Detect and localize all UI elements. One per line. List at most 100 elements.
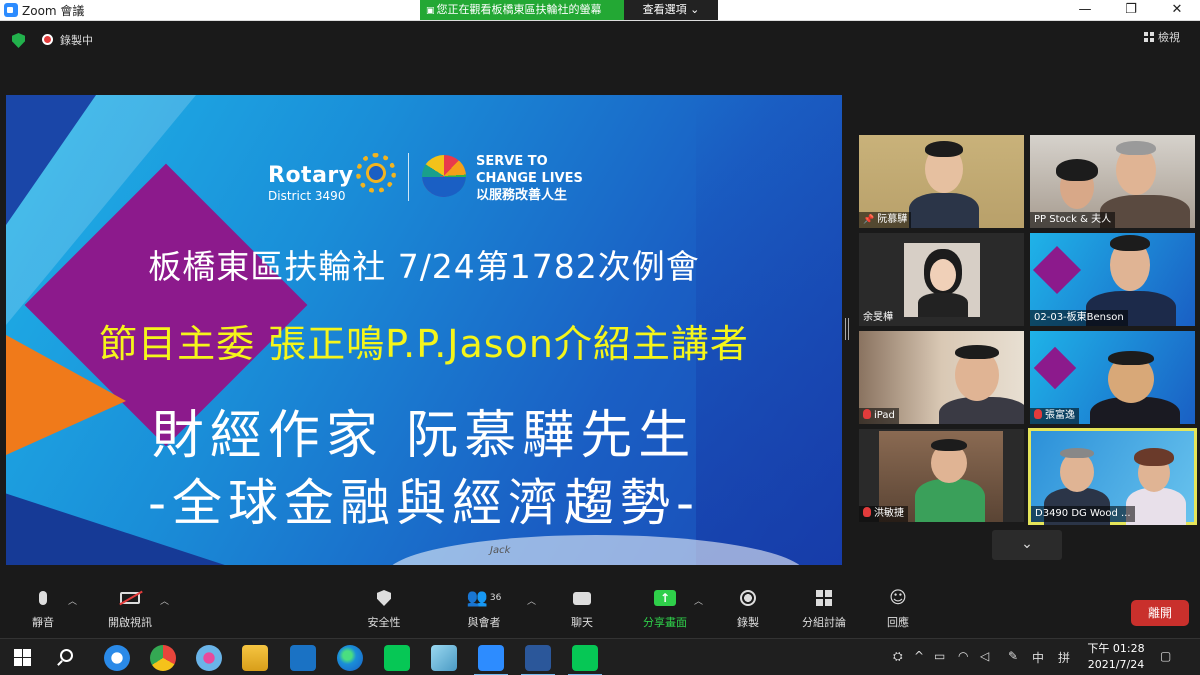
logo-divider [408,153,409,201]
rotary-logo: Rotary District 3490 [268,163,354,203]
serve-line-3: 以服務改善人生 [476,188,568,203]
serve-to-change-lives-text: SERVE TO CHANGE LIVES 以服務改善人生 [476,153,583,204]
participant-name: PP Stock & 夫人 [1030,212,1116,228]
security-button[interactable]: 安全性 [362,586,406,630]
participant-tile[interactable]: 洪敏捷 [859,429,1024,522]
participant-tile[interactable]: iPad [859,331,1024,424]
participant-tile[interactable]: PP Stock & 夫人 [1030,135,1195,228]
participant-tile[interactable]: 余旻樺 [859,233,1024,326]
clock-time: 下午 01:28 [1087,642,1145,655]
breakout-label: 分組討論 [802,616,846,629]
muted-mic-icon [863,507,871,517]
windows-start-icon[interactable] [14,649,31,666]
audio-options-caret[interactable]: ︿ [68,594,77,607]
participant-name: 張富逸 [1030,408,1079,424]
share-banner-text: 您正在觀看板橋東區扶輪社的螢幕 [436,3,602,16]
internet-explorer-icon[interactable] [104,645,130,671]
participant-tile[interactable]: 02-03-板東Benson [1030,233,1195,326]
taskbar-clock[interactable]: 下午 01:28 2021/7/24 [1084,641,1148,673]
chat-button[interactable]: 聊天 [560,586,604,630]
meeting-toolbar: 靜音 ︿ 開啟視訊 ︿ 安全性 👥 36 與會者 ︿ 聊天 ↑ 分享畫面 ︿ 錄製 [0,586,1200,636]
shield-icon [377,590,391,606]
person-icon[interactable]: ⛭ [893,649,903,664]
mute-label: 靜音 [32,616,54,629]
microphone-icon [39,591,47,605]
line-icon[interactable] [568,645,602,675]
maximize-button[interactable]: ❐ [1108,0,1154,21]
participant-name: 02-03-板東Benson [1030,310,1128,326]
chat-label: 聊天 [571,616,593,629]
ime-indicator[interactable]: 中 [1032,649,1044,666]
share-label: 分享畫面 [643,616,687,629]
participants-label: 與會者 [467,616,501,629]
chevron-down-icon: ⌄ [1021,536,1033,552]
participant-tile[interactable]: 張富逸 [1030,331,1195,424]
file-explorer-icon[interactable] [242,645,268,671]
security-label: 安全性 [367,616,401,629]
pen-icon[interactable]: ✎ [1008,649,1018,663]
reactions-button[interactable]: ☺ 回應 [878,586,918,630]
chevron-up-icon[interactable]: ^ [914,649,924,663]
video-options-caret[interactable]: ︿ [160,594,169,607]
participants-button[interactable]: 👥 36 與會者 [462,586,506,630]
video-off-icon [119,590,143,606]
breakout-rooms-button[interactable]: 分組討論 [796,586,852,630]
slide-topic: -全球金融與經濟趨勢- [147,474,701,532]
record-icon [740,590,756,606]
zoom-taskbar-icon[interactable] [474,645,508,675]
participants-options-caret[interactable]: ︿ [527,594,536,607]
leave-meeting-button[interactable]: 離開 [1131,600,1189,626]
edge-icon[interactable] [337,645,363,671]
more-participants-button[interactable]: ⌄ [992,530,1062,560]
security-shield-icon[interactable] [12,33,25,48]
participant-name: 📌 阮慕驊 [859,212,912,228]
app-icon[interactable] [431,645,457,671]
video-label: 開啟視訊 [108,616,152,629]
breakout-rooms-icon [816,590,832,606]
volume-icon[interactable]: ◁ [980,649,989,663]
rotary-wordmark: Rotary [268,163,354,188]
participant-name: 余旻樺 [863,312,893,323]
participant-tile[interactable]: 📌 阮慕驊 [859,135,1024,228]
close-button[interactable]: ✕ [1154,0,1200,21]
zoom-logo-icon [4,3,18,17]
line-icon[interactable] [384,645,410,671]
participants-count: 36 [489,593,502,603]
serve-line-1: SERVE TO [476,154,548,169]
share-screen-button[interactable]: ↑ 分享畫面 [638,586,692,630]
share-screen-icon: ↑ [654,590,676,606]
record-button[interactable]: 錄製 [726,586,770,630]
share-options-caret[interactable]: ︿ [694,594,703,607]
recording-status[interactable]: 錄製中 [60,32,93,48]
mute-button[interactable]: 靜音 [22,586,64,630]
participant-video [904,243,980,317]
view-options-button[interactable]: 查看選項 ⌄ [624,0,718,20]
reaction-icon: ☺ [889,588,907,608]
screen-share-banner: ▣ 您正在觀看板橋東區扶輪社的螢幕 [420,0,624,20]
clock-date: 2021/7/24 [1087,658,1145,671]
battery-icon[interactable]: ▭ [934,649,945,663]
slide-heading: 板橋東區扶輪社 7/24第1782次例會 [148,247,700,286]
participant-tile-active-speaker[interactable]: D3490 DG Wood ... [1028,428,1197,525]
notification-icon[interactable]: ▢ [1160,649,1171,663]
panel-splitter-handle[interactable] [845,318,849,340]
minimize-button[interactable]: — [1062,0,1108,21]
share-screen-icon: ▣ [426,6,435,16]
start-video-button[interactable]: 開啟視訊 [100,586,160,630]
outlook-icon[interactable] [290,645,316,671]
rotary-district: District 3490 [268,189,346,203]
wifi-icon[interactable]: ◠ [958,649,968,663]
app-icon[interactable] [196,645,222,671]
windows-taskbar: ⛭ ^ ▭ ◠ ◁ ✎ 中 拼 下午 01:28 2021/7/24 ▢ [0,638,1200,675]
chrome-icon[interactable] [150,645,176,671]
ime-mode-indicator[interactable]: 拼 [1058,649,1070,666]
word-icon[interactable] [521,645,555,675]
view-button[interactable]: 檢視 [1144,29,1192,47]
muted-mic-icon [1034,409,1042,419]
participant-name: 洪敏捷 [859,506,908,522]
slide-signature: Jack [490,545,511,556]
record-label: 錄製 [737,616,759,629]
window-title: Zoom 會議 [22,4,85,18]
serve-line-2: CHANGE LIVES [476,171,583,186]
search-icon[interactable] [60,649,73,662]
